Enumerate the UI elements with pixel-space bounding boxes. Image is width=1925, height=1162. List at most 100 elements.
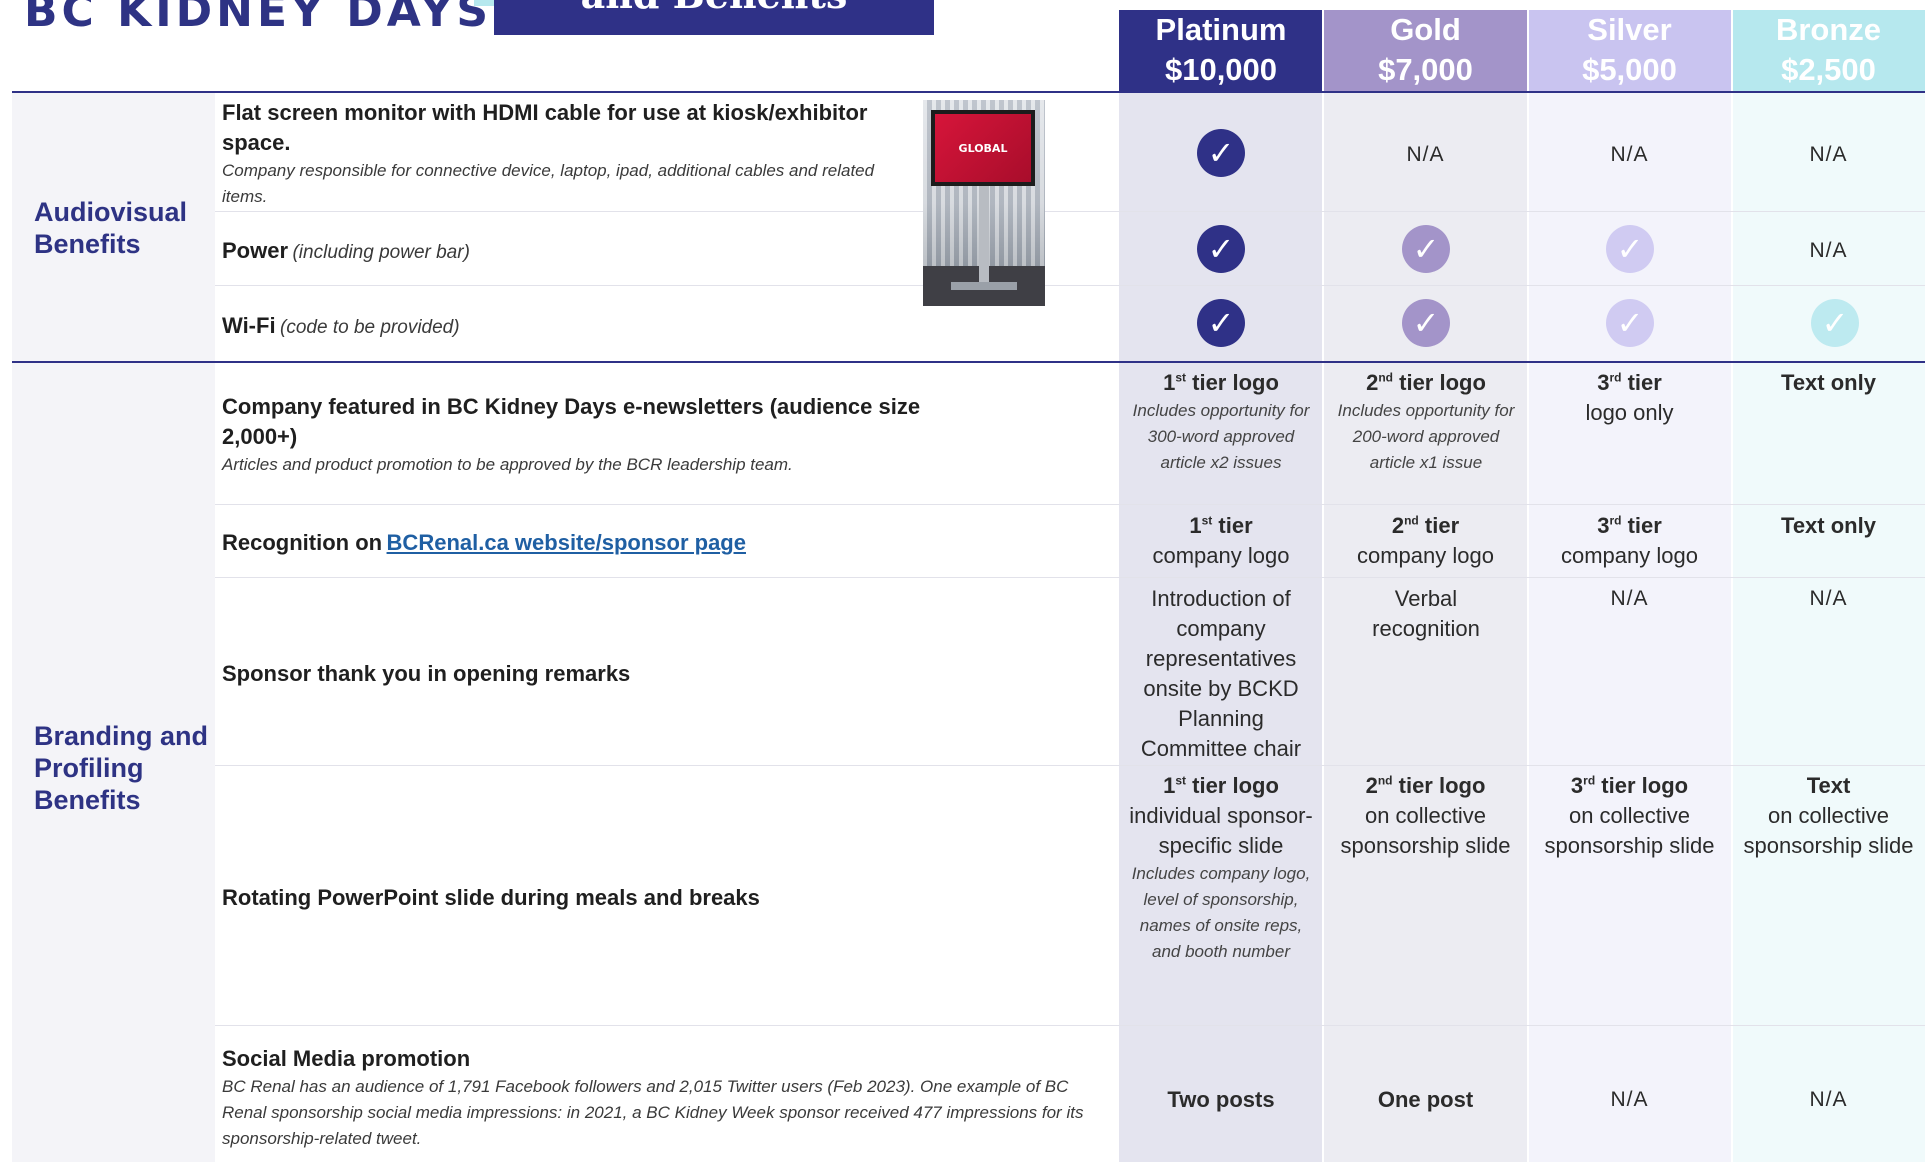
tier-note: Includes opportunity for 300-word approv…	[1132, 401, 1310, 472]
tier-line: on collective sponsorship slide	[1743, 803, 1914, 858]
gold-newsletter-value: 2nd tier logo Includes opportunity for 2…	[1334, 368, 1518, 476]
tier-line: company logo	[1357, 543, 1494, 568]
section-banner: and Benefits	[494, 0, 934, 35]
bronze-website-value: Text only	[1732, 511, 1925, 541]
bronze-name: Bronze	[1775, 12, 1882, 47]
wifi-row-text: Wi-Fi (code to be provided)	[222, 311, 922, 341]
bronze-newsletter-value: Text only	[1732, 368, 1925, 398]
tier-label: 2nd tier logo	[1365, 773, 1486, 798]
gold-monitor-value: N/A	[1406, 143, 1445, 166]
bronze-social-value: N/A	[1809, 1088, 1848, 1111]
monitor-row-text: Flat screen monitor with HDMI cable for …	[222, 98, 902, 210]
row-title: Company featured in BC Kidney Days e-new…	[222, 394, 921, 449]
gold-social-value: One post	[1377, 1087, 1474, 1112]
column-divider	[1322, 10, 1324, 1162]
row-title: Power	[222, 238, 289, 263]
silver-website-value: 3rd tier company logo	[1528, 511, 1731, 571]
tv-stand	[979, 186, 989, 286]
row-title: Rotating PowerPoint slide during meals a…	[222, 885, 760, 910]
check-icon: ✓	[1402, 225, 1450, 273]
banner-text: and Benefits	[494, 0, 934, 17]
row-title: Social Media promotion	[222, 1046, 471, 1071]
silver-social-value: N/A	[1610, 1088, 1649, 1111]
row-note: (code to be provided)	[280, 317, 460, 338]
row-divider	[215, 285, 1925, 286]
newsletter-row-text: Company featured in BC Kidney Days e-new…	[222, 392, 922, 478]
power-row-text: Power (including power bar)	[222, 236, 922, 266]
bronze-header: Bronze $2,500	[1732, 10, 1925, 92]
tier-label: 1st tier	[1189, 513, 1253, 538]
gold-name: Gold	[1390, 12, 1461, 47]
platinum-price: $10,000	[1164, 52, 1278, 87]
gold-price: $7,000	[1378, 52, 1473, 87]
tv-monitor-icon: GLOBAL	[931, 110, 1035, 186]
silver-header: Silver $5,000	[1528, 10, 1731, 92]
platinum-thanks-value: Introduction of company representatives …	[1140, 586, 1302, 761]
platinum-website-value: 1st tier company logo	[1119, 511, 1323, 571]
check-icon: ✓	[1811, 299, 1859, 347]
check-icon: ✓	[1197, 129, 1245, 177]
tier-line: logo only	[1585, 400, 1674, 425]
tier-line: on collective sponsorship slide	[1544, 803, 1715, 858]
silver-slides-value: 3rd tier logo on collective sponsorship …	[1528, 771, 1731, 861]
header-divider	[12, 91, 1925, 93]
tier-note: Includes opportunity for 200-word approv…	[1337, 401, 1515, 472]
gold-header: Gold $7,000	[1324, 10, 1527, 92]
tier-label: Text only	[1781, 370, 1876, 395]
check-icon: ✓	[1606, 225, 1654, 273]
tier-line: company logo	[1561, 543, 1698, 568]
row-title: Flat screen monitor with HDMI cable for …	[222, 100, 868, 155]
brand-title: BC KIDNEY DAYS	[24, 0, 493, 37]
tier-label: 3rd tier logo	[1570, 773, 1689, 798]
silver-price: $5,000	[1582, 52, 1677, 87]
platinum-header: Platinum $10,000	[1119, 10, 1323, 92]
tier-label: 3rd tier	[1597, 370, 1662, 395]
row-title: Sponsor thank you in opening remarks	[222, 661, 631, 686]
gold-website-value: 2nd tier company logo	[1324, 511, 1527, 571]
tier-label: 1st tier logo	[1163, 773, 1279, 798]
platinum-social-value: Two posts	[1167, 1087, 1275, 1112]
platinum-newsletter-value: 1st tier logo Includes opportunity for 3…	[1129, 368, 1313, 476]
row-divider	[215, 765, 1925, 766]
tier-label: Text	[1806, 773, 1851, 798]
tier-label: 3rd tier	[1597, 513, 1662, 538]
row-title: Recognition on	[222, 530, 383, 555]
slides-row-text: Rotating PowerPoint slide during meals a…	[222, 883, 922, 913]
silver-newsletter-value: 3rd tier logo only	[1528, 368, 1731, 428]
gold-slides-value: 2nd tier logo on collective sponsorship …	[1324, 771, 1527, 861]
bronze-thanks-value: N/A	[1809, 587, 1848, 610]
tv-screen: GLOBAL	[935, 114, 1031, 182]
sponsor-page-link[interactable]: BCRenal.ca website/sponsor page	[387, 530, 746, 555]
check-icon: ✓	[1197, 299, 1245, 347]
branding-section-label: Branding and Profiling Benefits	[34, 721, 208, 815]
silver-name: Silver	[1587, 12, 1672, 47]
tier-label: 2nd tier	[1391, 513, 1460, 538]
row-divider	[215, 211, 1925, 212]
row-divider	[215, 504, 1925, 505]
tier-label: Text only	[1781, 513, 1876, 538]
platinum-name: Platinum	[1155, 12, 1287, 47]
website-row-text: Recognition on BCRenal.ca website/sponso…	[222, 528, 922, 558]
row-title: Wi-Fi	[222, 313, 276, 338]
top-accent-bar	[474, 0, 494, 6]
row-note: Articles and product promotion to be app…	[222, 455, 793, 474]
row-divider	[215, 1025, 1925, 1026]
row-note: BC Renal has an audience of 1,791 Facebo…	[222, 1077, 1084, 1148]
tv-stand-base	[951, 282, 1017, 290]
tier-label: 1st tier logo	[1163, 370, 1279, 395]
bronze-slides-value: Text on collective sponsorship slide	[1732, 771, 1925, 861]
row-divider	[215, 577, 1925, 578]
social-row-text: Social Media promotion BC Renal has an a…	[222, 1044, 1092, 1152]
bronze-power-value: N/A	[1809, 239, 1848, 262]
bronze-monitor-value: N/A	[1809, 143, 1848, 166]
silver-thanks-value: N/A	[1610, 587, 1649, 610]
bronze-price: $2,500	[1781, 52, 1876, 87]
monitor-photo: GLOBAL	[923, 100, 1045, 306]
check-icon: ✓	[1606, 299, 1654, 347]
tier-line: company logo	[1152, 543, 1290, 568]
section-divider	[12, 361, 1925, 363]
tier-line: individual sponsor-specific slide	[1129, 803, 1313, 858]
tier-note: Includes company logo, level of sponsors…	[1131, 864, 1311, 961]
row-note: Company responsible for connective devic…	[222, 161, 875, 206]
tier-line: on collective sponsorship slide	[1340, 803, 1511, 858]
